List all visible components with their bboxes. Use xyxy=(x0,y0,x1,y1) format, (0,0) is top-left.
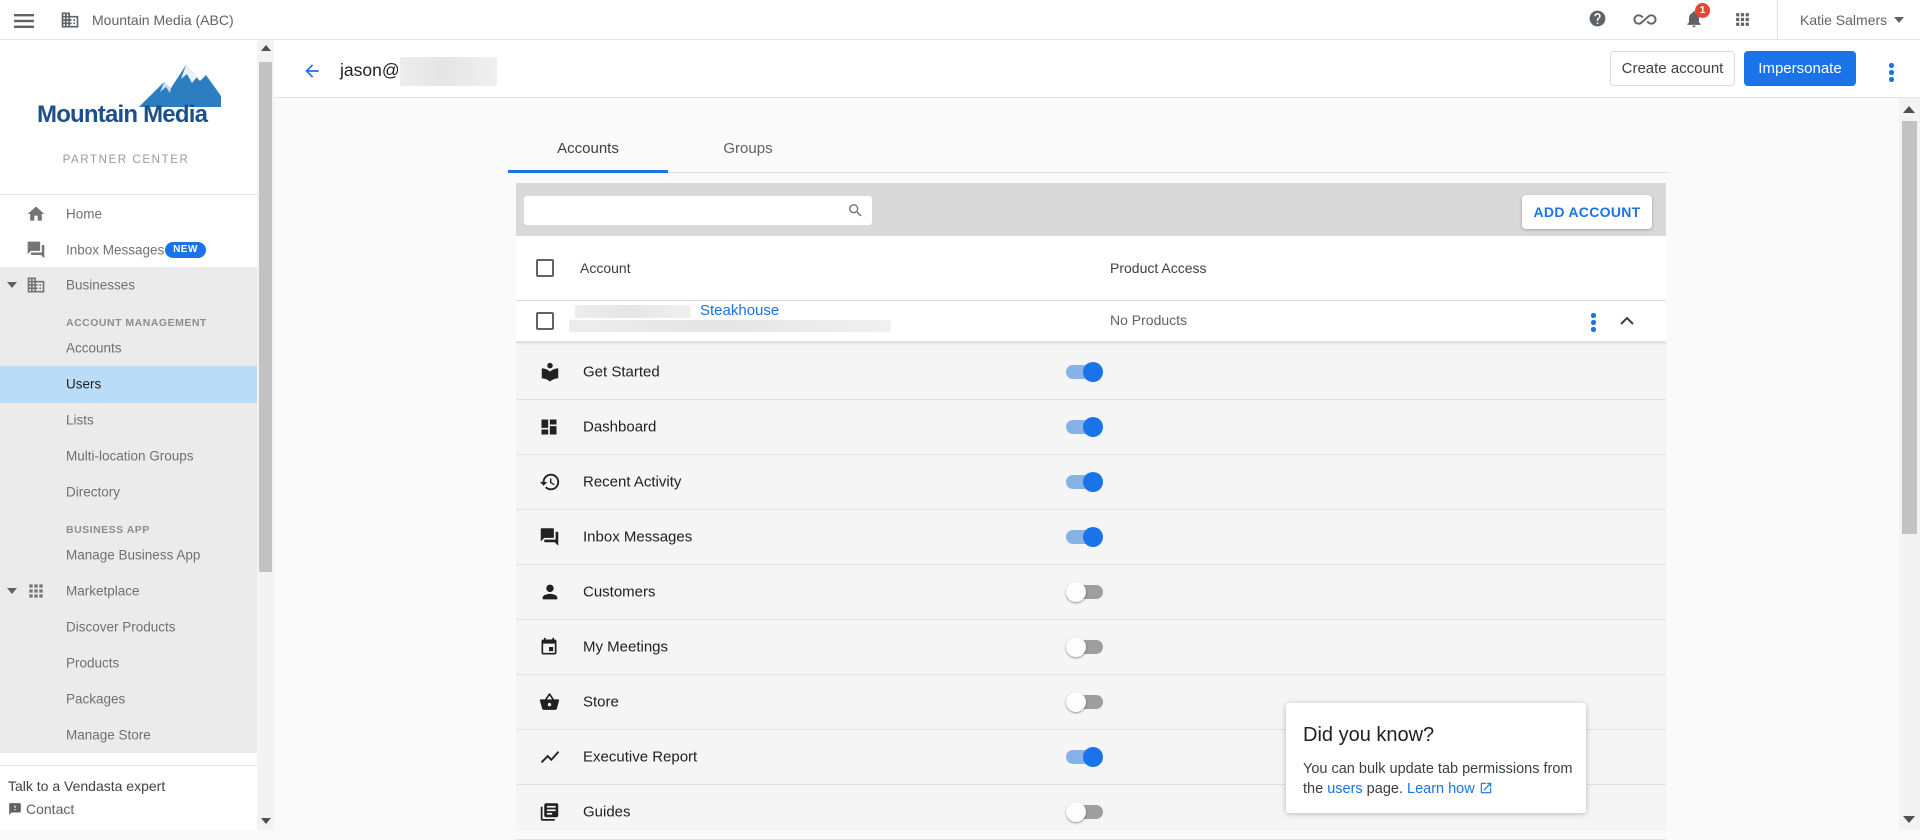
svg-text:Mountain Media: Mountain Media xyxy=(37,101,209,128)
